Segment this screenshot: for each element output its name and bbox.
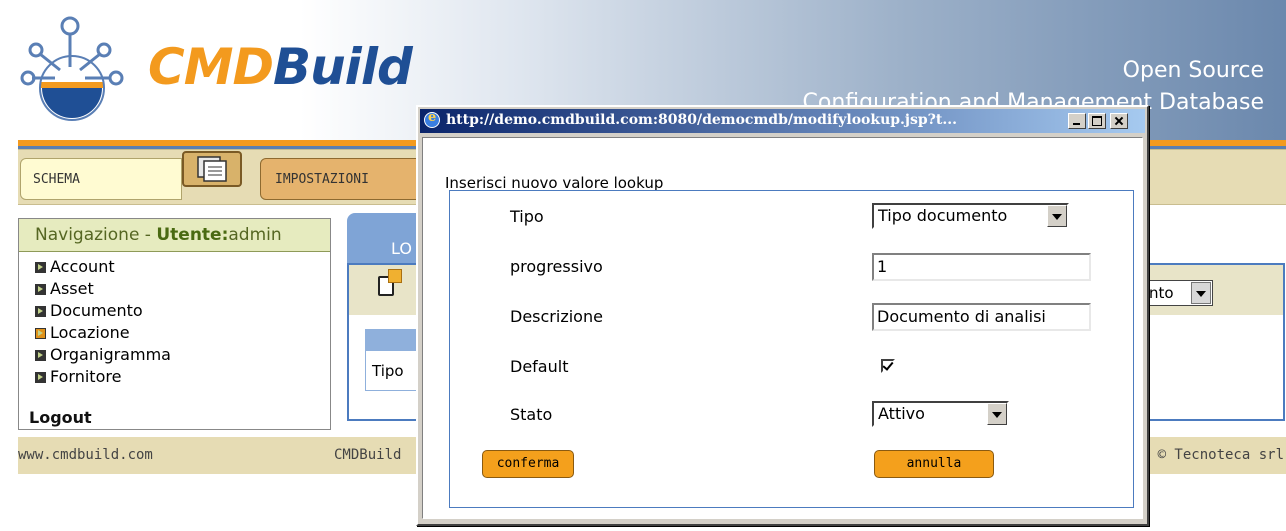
sidebar-item-fornitore[interactable]: Fornitore — [35, 366, 330, 388]
dropdown-arrow-icon — [1047, 205, 1067, 227]
schema-tab-icon[interactable] — [182, 151, 242, 187]
sidebar-item-label: Asset — [50, 279, 94, 298]
stato-select-value: Attivo — [878, 404, 925, 423]
tipo-label: Tipo — [510, 207, 544, 226]
sidebar-item-organigramma[interactable]: Organigramma — [35, 344, 330, 366]
modify-lookup-window: http://demo.cmdbuild.com:8080/democmdb/m… — [416, 105, 1149, 526]
sidebar-item-label: Locazione — [50, 323, 130, 342]
sidebar-item-locazione[interactable]: Locazione — [35, 322, 330, 344]
tipo-select-value: Tipo documento — [878, 206, 1008, 225]
cancel-button[interactable]: annulla — [874, 450, 994, 478]
stato-select[interactable]: Attivo — [872, 401, 1009, 427]
window-title: http://demo.cmdbuild.com:8080/democmdb/m… — [446, 112, 957, 128]
expand-arrow-icon — [35, 305, 46, 317]
logout-link[interactable]: Logout — [29, 408, 92, 427]
sidebar-item-account[interactable]: Account — [35, 256, 330, 278]
sidebar-item-documento[interactable]: Documento — [35, 300, 330, 322]
sidebar-item-label: Fornitore — [50, 367, 122, 386]
navigation-title: Navigazione - — [35, 225, 157, 245]
expand-arrow-icon — [35, 327, 46, 339]
window-content: Inserisci nuovo valore lookup Tipo Tipo … — [422, 137, 1143, 519]
tab-impostazioni[interactable]: IMPOSTAZIONI — [260, 158, 418, 200]
default-checkbox[interactable] — [881, 359, 895, 373]
windows-stack-icon — [197, 156, 227, 182]
footer-copyright: © Tecnoteca srl — [1157, 447, 1284, 463]
confirm-button[interactable]: conferma — [482, 450, 574, 478]
footer-website-link[interactable]: www.cmdbuild.com — [18, 447, 153, 463]
logo-cmd: CMD — [148, 38, 274, 96]
sidebar-item-label: Account — [50, 257, 115, 276]
minimize-button[interactable] — [1068, 113, 1086, 129]
sidebar-item-asset[interactable]: Asset — [35, 278, 330, 300]
sidebar-item-label: Organigramma — [50, 345, 171, 364]
user-label: Utente: — [156, 225, 229, 245]
logo-build: Build — [272, 38, 413, 96]
window-titlebar[interactable]: http://demo.cmdbuild.com:8080/democmdb/m… — [420, 109, 1145, 133]
close-button[interactable] — [1110, 113, 1128, 129]
new-document-icon[interactable] — [378, 269, 402, 296]
progressivo-label: progressivo — [510, 257, 603, 276]
navigation-header: Navigazione - Utente:admin — [19, 219, 330, 252]
tipo-select[interactable]: Tipo documento — [872, 203, 1069, 229]
descrizione-input[interactable]: Documento di analisi — [872, 303, 1091, 331]
descrizione-label: Descrizione — [510, 307, 603, 326]
lookup-form: Tipo Tipo documento progressivo 1 Descri… — [449, 190, 1134, 508]
maximize-button[interactable] — [1088, 113, 1106, 129]
dropdown-arrow-icon — [1191, 282, 1211, 304]
cmdbuild-logo-icon — [20, 16, 124, 121]
main-tab-label: LO — [391, 239, 412, 258]
dropdown-arrow-icon — [987, 403, 1007, 425]
stato-label: Stato — [510, 405, 553, 424]
expand-arrow-icon — [35, 371, 46, 383]
user-name: admin — [228, 225, 282, 245]
lookup-type-select[interactable]: nto — [1144, 280, 1213, 306]
expand-arrow-icon — [35, 261, 46, 273]
internet-explorer-icon — [424, 110, 440, 128]
footer-product: CMDBuild — [334, 447, 402, 463]
expand-arrow-icon — [35, 349, 46, 361]
default-label: Default — [510, 357, 569, 376]
lookup-type-select-value: nto — [1149, 284, 1174, 302]
app-logo-text: CMDBuild — [148, 38, 413, 96]
tab-schema[interactable]: SCHEMA — [20, 158, 182, 200]
expand-arrow-icon — [35, 283, 46, 295]
tagline-line1: Open Source — [1122, 58, 1264, 83]
navigation-panel: Navigazione - Utente:admin Account Asset… — [18, 218, 331, 430]
navigation-list: Account Asset Documento Locazione Organi… — [19, 252, 330, 388]
sidebar-item-label: Documento — [50, 301, 143, 320]
progressivo-input[interactable]: 1 — [872, 253, 1091, 281]
